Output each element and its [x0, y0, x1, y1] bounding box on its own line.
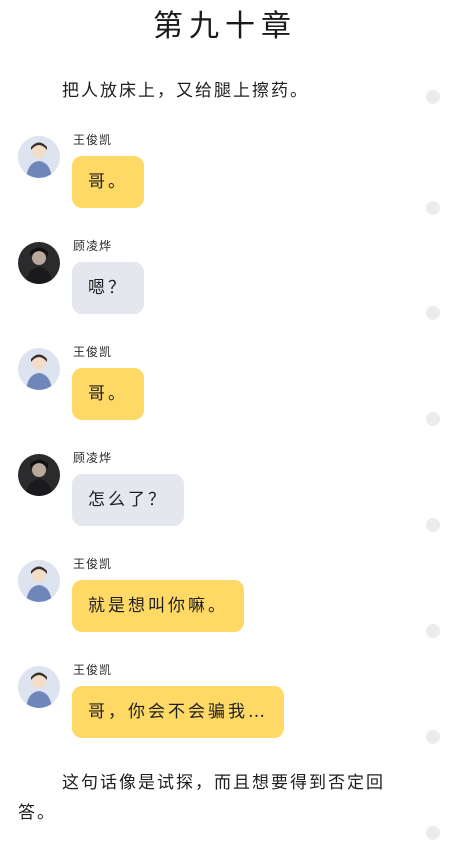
sender-name: 王俊凯 — [73, 345, 113, 359]
light-avatar-icon[interactable] — [18, 136, 60, 178]
chat-message-5: 王俊凯 就是想叫你嘛。 — [18, 557, 418, 650]
chat-message-1: 王俊凯 哥。 — [18, 133, 418, 226]
chapter-title: 第九十章 — [153, 9, 297, 44]
message-bubble[interactable]: 哥，你会不会骗我… — [72, 686, 284, 738]
sender-name: 王俊凯 — [73, 663, 113, 677]
message-bubble[interactable]: 就是想叫你嘛。 — [72, 580, 244, 632]
message-bubble[interactable]: 怎么了？ — [72, 474, 184, 526]
chat-message-4: 顾凌烨 怎么了？ — [18, 451, 418, 544]
scroll-dot — [426, 518, 440, 532]
chat-story-page: 第九十章 把人放床上，又给腿上擦药。 王俊凯 哥。 顾凌烨 嗯？ 王俊凯 哥。 … — [0, 0, 450, 847]
message-bubble[interactable]: 嗯？ — [72, 262, 144, 314]
light-avatar-icon[interactable] — [18, 666, 60, 708]
scroll-dot — [426, 412, 440, 426]
chat-message-2: 顾凌烨 嗯？ — [18, 239, 418, 332]
light-avatar-icon[interactable] — [18, 560, 60, 602]
sender-name: 顾凌烨 — [73, 239, 113, 253]
sender-name: 王俊凯 — [73, 557, 113, 571]
message-bubble[interactable]: 哥。 — [72, 156, 144, 208]
chat-message-6: 王俊凯 哥，你会不会骗我… — [18, 663, 418, 756]
scroll-dot — [426, 730, 440, 744]
message-bubble[interactable]: 哥。 — [72, 368, 144, 420]
scroll-dot — [426, 306, 440, 320]
dark-avatar-icon[interactable] — [18, 242, 60, 284]
scroll-dot — [426, 826, 440, 840]
narration-paragraph-2: 这句话像是试探，而且想要得到否定回答。 — [18, 773, 385, 823]
chat-message-3: 王俊凯 哥。 — [18, 345, 418, 438]
scroll-dot — [426, 201, 440, 215]
scroll-dot — [426, 90, 440, 104]
dark-avatar-icon[interactable] — [18, 454, 60, 496]
light-avatar-icon[interactable] — [18, 348, 60, 390]
scroll-dot — [426, 624, 440, 638]
narration-paragraph-1: 把人放床上，又给腿上擦药。 — [62, 81, 309, 101]
sender-name: 王俊凯 — [73, 133, 113, 147]
sender-name: 顾凌烨 — [73, 451, 113, 465]
